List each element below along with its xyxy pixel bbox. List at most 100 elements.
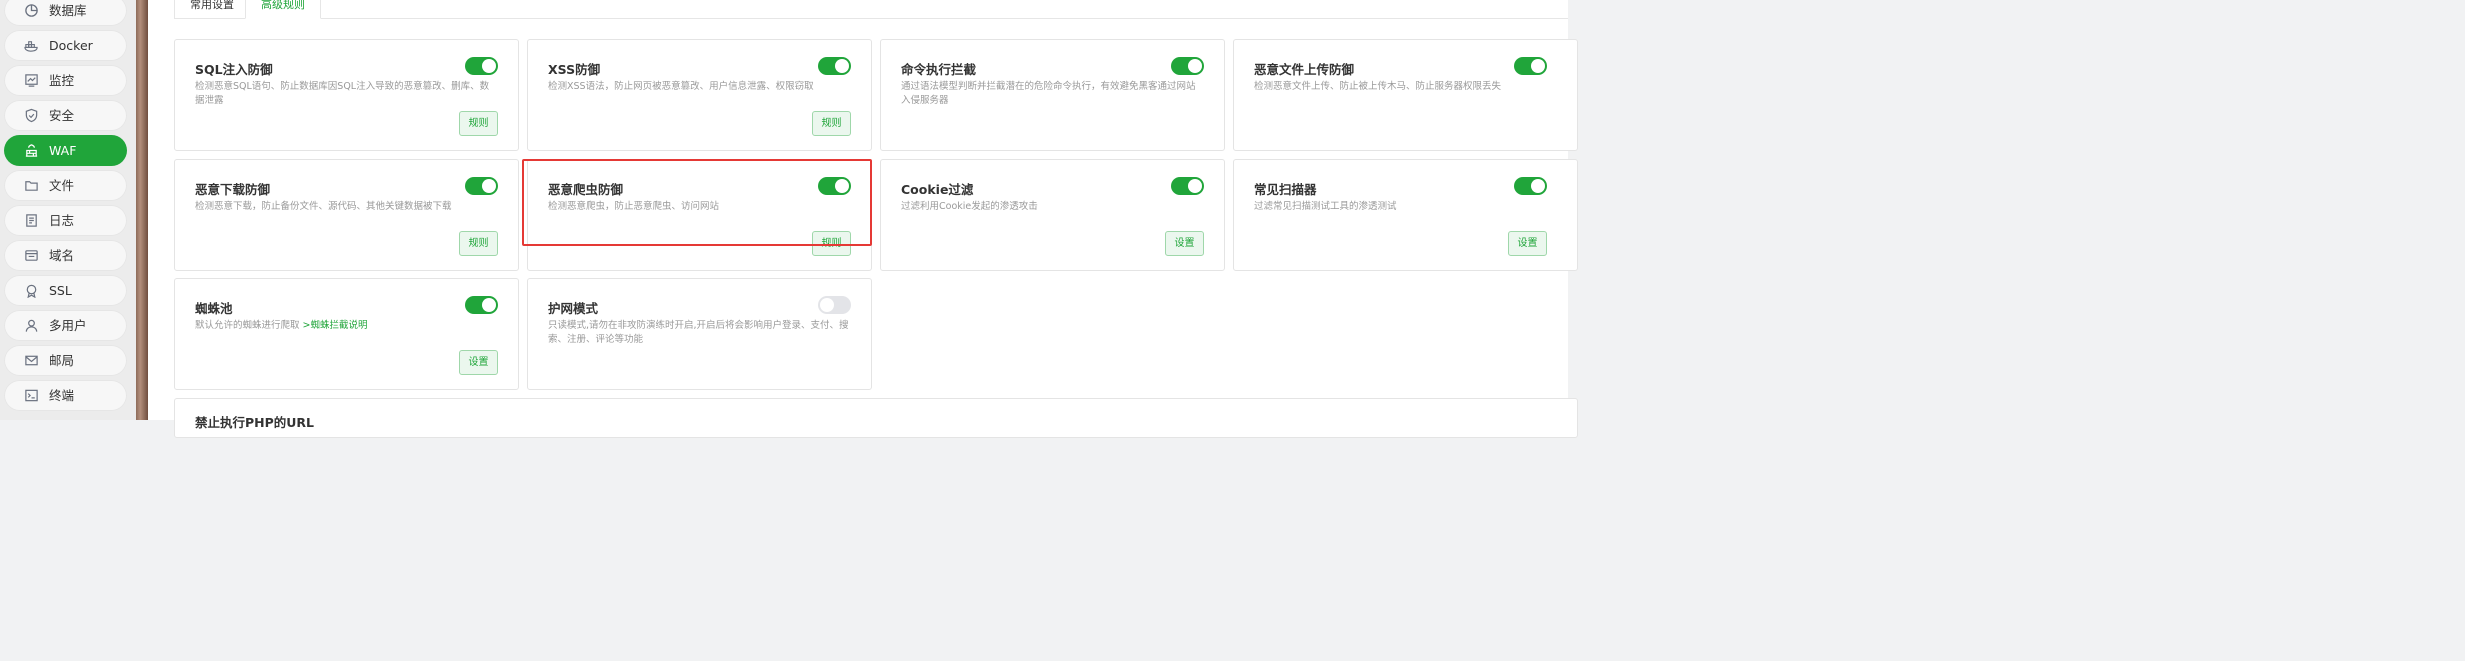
rules-button[interactable]: 规则 bbox=[812, 231, 851, 256]
sidebar-item-files[interactable]: 文件 bbox=[4, 170, 127, 201]
sidebar-item-mail[interactable]: 邮局 bbox=[4, 345, 127, 376]
firewall-icon bbox=[24, 143, 39, 158]
sidebar-item-label: SSL bbox=[49, 283, 72, 298]
shield-icon bbox=[24, 108, 39, 123]
card-description: 检测恶意下载，防止备份文件、源代码、其他关键数据被下载 bbox=[195, 201, 452, 212]
spider-block-help-link[interactable]: >蜘蛛拦截说明 bbox=[303, 320, 368, 331]
card-title: 恶意爬虫防御 bbox=[548, 182, 624, 197]
mail-icon bbox=[24, 353, 39, 368]
toggle-knob bbox=[482, 298, 496, 312]
card-cookie-filter: Cookie过滤 过滤利用Cookie发起的渗透攻击 设置 bbox=[880, 159, 1225, 271]
toggle-knob bbox=[1188, 179, 1202, 193]
card-description: 只读模式,请勿在非攻防演练时开启,开启后将会影响用户登录、支付、搜索、注册、评论… bbox=[548, 320, 849, 345]
toggle-knob bbox=[1531, 59, 1545, 73]
card-file-upload: 恶意文件上传防御 检测恶意文件上传、防止被上传木马、防止服务器权限丢失 bbox=[1233, 39, 1578, 151]
description-text: 默认允许的蜘蛛进行爬取 bbox=[195, 320, 300, 331]
card-title: 常见扫描器 bbox=[1254, 182, 1317, 197]
enable-toggle[interactable] bbox=[1171, 57, 1204, 75]
card-malicious-download: 恶意下载防御 检测恶意下载，防止备份文件、源代码、其他关键数据被下载 规则 bbox=[174, 159, 519, 271]
card-description: 检测恶意爬虫，防止恶意爬虫、访问网站 bbox=[548, 201, 720, 212]
card-spider-pool: 蜘蛛池 默认允许的蜘蛛进行爬取 >蜘蛛拦截说明 设置 bbox=[174, 278, 519, 390]
sidebar: 数据库 Docker 监控 安全 WAF 文件 日志 域名 SSL 多用户 邮局 bbox=[0, 0, 136, 420]
toggle-knob bbox=[820, 298, 834, 312]
card-title: 蜘蛛池 bbox=[195, 301, 233, 316]
ssl-icon bbox=[24, 283, 39, 298]
sidebar-item-label: Docker bbox=[49, 38, 93, 53]
log-icon bbox=[24, 213, 39, 228]
sidebar-item-docker[interactable]: Docker bbox=[4, 30, 127, 61]
enable-toggle[interactable] bbox=[465, 177, 498, 195]
sidebar-item-security[interactable]: 安全 bbox=[4, 100, 127, 131]
tab-common-settings[interactable]: 常用设置 bbox=[174, 0, 250, 19]
sidebar-item-logs[interactable]: 日志 bbox=[4, 205, 127, 236]
card-description: 默认允许的蜘蛛进行爬取 >蜘蛛拦截说明 bbox=[195, 319, 498, 333]
toggle-knob bbox=[835, 179, 849, 193]
card-command-exec: 命令执行拦截 通过语法模型判断并拦截潜在的危险命令执行，有效避免黑客通过网站入侵… bbox=[880, 39, 1225, 151]
sidebar-item-database[interactable]: 数据库 bbox=[4, 0, 127, 26]
settings-button[interactable]: 设置 bbox=[459, 350, 498, 375]
card-title: 护网模式 bbox=[548, 301, 599, 316]
toggle-knob bbox=[1531, 179, 1545, 193]
sidebar-item-label: 多用户 bbox=[49, 318, 87, 333]
terminal-icon bbox=[24, 388, 39, 403]
rules-button[interactable]: 规则 bbox=[459, 111, 498, 136]
card-description: 检测恶意文件上传、防止被上传木马、防止服务器权限丢失 bbox=[1254, 81, 1502, 92]
enable-toggle[interactable] bbox=[1514, 177, 1547, 195]
tabs-divider bbox=[174, 18, 1568, 19]
sidebar-item-label: 监控 bbox=[49, 73, 75, 88]
enable-toggle[interactable] bbox=[1514, 57, 1547, 75]
settings-button[interactable]: 设置 bbox=[1165, 231, 1204, 256]
card-php-url-block: 禁止执行PHP的URL bbox=[174, 398, 1578, 438]
tab-advanced-rules[interactable]: 高级规则 bbox=[245, 0, 321, 19]
card-title: 命令执行拦截 bbox=[901, 62, 977, 77]
folder-icon bbox=[24, 178, 39, 193]
card-description: 通过语法模型判断并拦截潜在的危险命令执行，有效避免黑客通过网站入侵服务器 bbox=[901, 81, 1196, 106]
card-title: 禁止执行PHP的URL bbox=[195, 415, 315, 430]
toggle-knob bbox=[1188, 59, 1202, 73]
card-description: 检测XSS语法，防止网页被恶意篡改、用户信息泄露、权限窃取 bbox=[548, 81, 814, 92]
sidebar-item-label: 邮局 bbox=[49, 353, 75, 368]
card-description: 过滤利用Cookie发起的渗透攻击 bbox=[901, 201, 1038, 212]
globe-icon bbox=[24, 248, 39, 263]
sidebar-item-monitor[interactable]: 监控 bbox=[4, 65, 127, 96]
enable-toggle[interactable] bbox=[818, 296, 851, 314]
rules-button[interactable]: 规则 bbox=[812, 111, 851, 136]
card-xss: XSS防御 检测XSS语法，防止网页被恶意篡改、用户信息泄露、权限窃取 规则 bbox=[527, 39, 872, 151]
sidebar-item-ssl[interactable]: SSL bbox=[4, 275, 127, 306]
sidebar-item-label: 日志 bbox=[49, 213, 75, 228]
enable-toggle[interactable] bbox=[1171, 177, 1204, 195]
docker-icon bbox=[24, 38, 39, 53]
settings-button[interactable]: 设置 bbox=[1508, 231, 1547, 256]
card-malicious-crawler: 恶意爬虫防御 检测恶意爬虫，防止恶意爬虫、访问网站 规则 bbox=[527, 159, 872, 271]
card-title: 恶意下载防御 bbox=[195, 182, 271, 197]
card-protection-mode: 护网模式 只读模式,请勿在非攻防演练时开启,开启后将会影响用户登录、支付、搜索、… bbox=[527, 278, 872, 390]
users-icon bbox=[24, 318, 39, 333]
monitor-icon bbox=[24, 73, 39, 88]
enable-toggle[interactable] bbox=[465, 57, 498, 75]
sidebar-item-terminal[interactable]: 终端 bbox=[4, 380, 127, 411]
sidebar-item-domains[interactable]: 域名 bbox=[4, 240, 127, 271]
sidebar-item-label: 安全 bbox=[49, 108, 75, 123]
toggle-knob bbox=[835, 59, 849, 73]
rules-button[interactable]: 规则 bbox=[459, 231, 498, 256]
enable-toggle[interactable] bbox=[818, 177, 851, 195]
sidebar-item-label: WAF bbox=[49, 143, 77, 158]
card-sql-injection: SQL注入防御 检测恶意SQL语句、防止数据库因SQL注入导致的恶意篡改、删库、… bbox=[174, 39, 519, 151]
card-title: 恶意文件上传防御 bbox=[1254, 62, 1355, 77]
enable-toggle[interactable] bbox=[818, 57, 851, 75]
sidebar-item-label: 文件 bbox=[49, 178, 75, 193]
card-title: SQL注入防御 bbox=[195, 62, 273, 77]
sidebar-item-label: 域名 bbox=[49, 248, 75, 263]
sidebar-item-label: 数据库 bbox=[49, 3, 87, 18]
window-edge bbox=[136, 0, 148, 420]
card-scanner: 常见扫描器 过滤常见扫描测试工具的渗透测试 设置 bbox=[1233, 159, 1578, 271]
card-description: 检测恶意SQL语句、防止数据库因SQL注入导致的恶意篡改、删库、数据泄露 bbox=[195, 81, 490, 106]
pie-chart-icon bbox=[24, 3, 39, 18]
sidebar-item-waf[interactable]: WAF bbox=[4, 135, 127, 166]
enable-toggle[interactable] bbox=[465, 296, 498, 314]
card-description: 过滤常见扫描测试工具的渗透测试 bbox=[1254, 201, 1397, 212]
sidebar-item-multi-user[interactable]: 多用户 bbox=[4, 310, 127, 341]
toggle-knob bbox=[482, 179, 496, 193]
card-title: XSS防御 bbox=[548, 62, 601, 77]
card-title: Cookie过滤 bbox=[901, 182, 974, 197]
